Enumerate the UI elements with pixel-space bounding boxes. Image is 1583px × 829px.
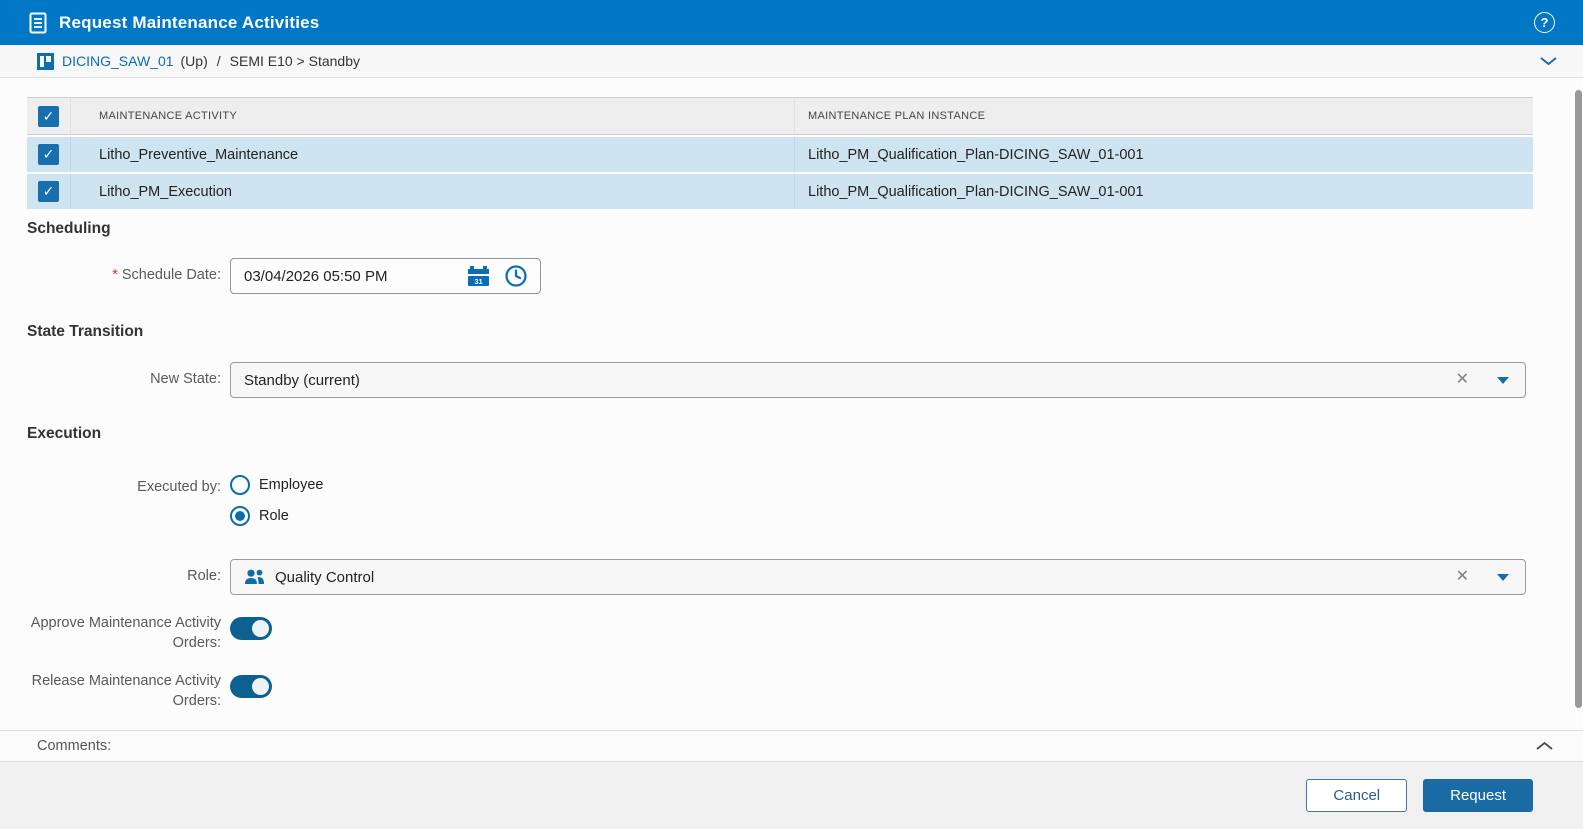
chevron-down-icon[interactable]	[1540, 56, 1557, 66]
calendar-icon[interactable]: 31	[467, 265, 490, 287]
main-content: ✓ MAINTENANCE ACTIVITY MAINTENANCE PLAN …	[0, 78, 1583, 730]
schedule-date-label: * Schedule Date:	[112, 267, 221, 284]
section-title-execution: Execution	[27, 425, 102, 442]
schedule-date-input[interactable]: 03/04/2026 05:50 PM 31	[230, 258, 541, 294]
radio-employee[interactable]	[230, 475, 250, 495]
table-row[interactable]: ✓ Litho_Preventive_Maintenance Litho_PM_…	[27, 137, 1533, 172]
maintenance-activities-table: ✓ MAINTENANCE ACTIVITY MAINTENANCE PLAN …	[27, 97, 1533, 209]
breadcrumb: DICING_SAW_01 (Up) / SEMI E10 > Standby	[0, 45, 1583, 78]
section-title-state-transition: State Transition	[27, 323, 144, 340]
required-asterisk: *	[112, 267, 118, 284]
vertical-scrollbar[interactable]	[1575, 90, 1582, 708]
chevron-up-icon[interactable]	[1536, 741, 1553, 751]
schedule-date-value[interactable]: 03/04/2026 05:50 PM	[244, 268, 467, 285]
column-header-maintenance-activity: MAINTENANCE ACTIVITY	[71, 98, 795, 134]
cell-maintenance-plan-instance: Litho_PM_Qualification_Plan-DICING_SAW_0…	[808, 183, 1144, 200]
breadcrumb-separator: /	[216, 53, 221, 69]
request-button[interactable]: Request	[1423, 779, 1533, 812]
breadcrumb-up-label: (Up)	[180, 53, 208, 69]
new-state-row: New State: Standby (current) ✕	[27, 362, 1533, 398]
radio-option-employee[interactable]: Employee	[230, 475, 323, 495]
select-all-checkbox[interactable]: ✓	[38, 105, 59, 127]
radio-employee-label: Employee	[259, 477, 324, 493]
role-select[interactable]: Quality Control ✕	[230, 559, 1526, 595]
approve-orders-toggle[interactable]	[230, 617, 272, 640]
cell-maintenance-activity: Litho_PM_Execution	[71, 174, 795, 209]
dialog-footer: Cancel Request	[0, 762, 1583, 829]
schedule-date-row: * Schedule Date: 03/04/2026 05:50 PM 31	[27, 258, 1533, 294]
approve-row: Approve Maintenance Activity Orders:	[27, 614, 1533, 653]
row-checkbox[interactable]: ✓	[38, 181, 59, 202]
role-people-icon	[244, 569, 265, 585]
help-icon[interactable]: ?	[1534, 12, 1555, 33]
column-header-maintenance-plan-instance: MAINTENANCE PLAN INSTANCE	[808, 110, 986, 122]
clock-icon[interactable]	[505, 265, 527, 287]
release-orders-label: Release Maintenance Activity Orders:	[31, 673, 221, 709]
comments-label: Comments:	[37, 738, 112, 754]
radio-option-role[interactable]: Role	[230, 506, 323, 526]
comments-section-header[interactable]: Comments:	[0, 730, 1583, 762]
cancel-button[interactable]: Cancel	[1306, 779, 1408, 812]
role-value: Quality Control	[275, 568, 375, 586]
document-icon	[28, 12, 48, 34]
toggle-knob	[252, 678, 269, 696]
radio-role[interactable]	[230, 506, 250, 526]
release-row: Release Maintenance Activity Orders:	[27, 672, 1533, 711]
row-checkbox[interactable]: ✓	[38, 144, 59, 165]
app-header: Request Maintenance Activities ?	[0, 0, 1583, 45]
page-title: Request Maintenance Activities	[59, 12, 320, 32]
release-orders-toggle[interactable]	[230, 675, 272, 699]
role-row: Role: Quality Control ✕	[27, 559, 1533, 595]
dropdown-arrow-icon[interactable]	[1497, 376, 1509, 384]
approve-orders-label: Approve Maintenance Activity Orders:	[30, 615, 221, 651]
table-header-row: ✓ MAINTENANCE ACTIVITY MAINTENANCE PLAN …	[27, 97, 1533, 135]
role-label: Role:	[187, 568, 221, 585]
table-row[interactable]: ✓ Litho_PM_Execution Litho_PM_Qualificat…	[27, 174, 1533, 209]
equipment-icon	[37, 52, 54, 70]
new-state-label: New State:	[150, 371, 221, 388]
toggle-knob	[252, 620, 269, 637]
executed-by-radio-group: Employee Role	[230, 475, 323, 526]
dropdown-arrow-icon[interactable]	[1497, 573, 1509, 581]
breadcrumb-path: SEMI E10 > Standby	[229, 53, 360, 69]
cell-maintenance-activity: Litho_Preventive_Maintenance	[71, 137, 795, 172]
new-state-select[interactable]: Standby (current) ✕	[230, 362, 1526, 398]
clear-icon[interactable]: ✕	[1456, 569, 1469, 585]
radio-role-label: Role	[259, 508, 289, 524]
cell-maintenance-plan-instance: Litho_PM_Qualification_Plan-DICING_SAW_0…	[808, 146, 1144, 163]
clear-icon[interactable]: ✕	[1456, 372, 1469, 388]
new-state-value: Standby (current)	[244, 371, 360, 389]
executed-by-label: Executed by:	[137, 479, 221, 495]
section-title-scheduling: Scheduling	[27, 220, 111, 237]
executed-by-row: Executed by: Employee Role	[27, 475, 1533, 526]
svg-text:31: 31	[474, 277, 482, 286]
breadcrumb-entity-link[interactable]: DICING_SAW_01	[62, 53, 174, 69]
